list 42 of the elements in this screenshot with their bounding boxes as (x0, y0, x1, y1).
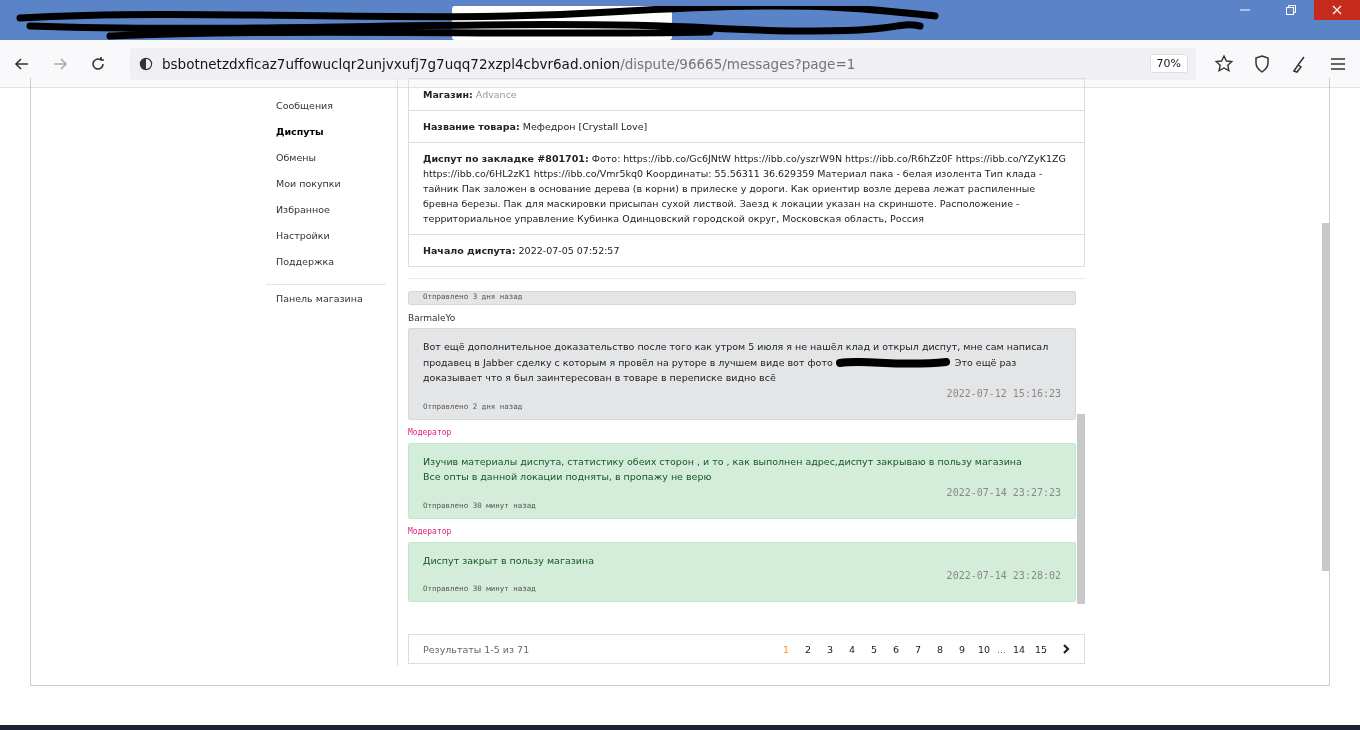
sidebar-item[interactable]: Сообщения (266, 100, 386, 126)
page-ellipsis: ... (995, 643, 1007, 655)
sidebar-item[interactable]: Мои покупки (266, 178, 386, 204)
page-link[interactable]: 5 (862, 643, 885, 655)
info-row: Начало диспута: 2022-07-05 07:52:57 (409, 234, 1084, 266)
info-row: Название товара: Мефедрон [Crystall Love] (409, 110, 1084, 142)
sidebar-item[interactable]: Избранное (266, 204, 386, 230)
next-page-icon[interactable] (1060, 643, 1072, 655)
message-timestamp: 2022-07-14 23:28:02 (946, 570, 1061, 581)
info-row: Диспут по закладке #801701: Фото: https://ibb.co/Gc6JNtW https://ibb.co/yszrW9N https://ibb.co/R6hZz0F https://ibb.co/YZyK1ZG https://ibb.co/6HL2zK1 https://ibb.co/Vmr5kq0 Координаты: 55.56311 36.629359 Материал пака - белая изолента Тип клада - тайник Пак заложен в основание дерева (в корни) в прилеске у дороги. Как ориентир возле дерева лежат распиленные бревна березы. Пак для маскировки присыпан сухой листвой. Заезд к локации указан на скриншоте. Расположение - территориальное управление Кубинка Одинцовский городской округ, Московская область, Россия (409, 142, 1084, 234)
message-timestamp: 2022-07-14 23:27:23 (946, 486, 1061, 498)
sidebar-item[interactable]: Поддержка (266, 256, 386, 282)
scrollbar[interactable] (1322, 223, 1330, 571)
scrollbar[interactable] (1077, 414, 1085, 604)
sidebar-item[interactable]: Диспуты (266, 126, 386, 152)
shield-icon[interactable] (1252, 53, 1272, 74)
message-author: BarmaleYo (408, 313, 457, 325)
page-link[interactable]: 7 (906, 643, 929, 655)
page-link[interactable]: 9 (950, 643, 973, 655)
message-timestamp: 2022-07-12 15:16:23 (946, 387, 1061, 399)
sidebar-item[interactable]: Настройки (266, 230, 386, 256)
results-summary: Результаты 1-5 из 71 (423, 643, 531, 655)
page-link[interactable]: 4 (840, 643, 863, 655)
info-row: Магазин: Advance (409, 78, 1084, 110)
message-author: Модератор (408, 427, 453, 439)
page-link[interactable]: 6 (884, 643, 907, 655)
star-icon[interactable] (1214, 53, 1234, 74)
onion-icon (138, 55, 154, 72)
page-link[interactable]: 14 (1008, 643, 1030, 655)
message-text: Диспут закрыт в пользу магазина (423, 553, 595, 568)
message-text: Изучив материалы диспута, статистику обеих сторон , и то , как выполнен адрес,диспут закрываю в пользу магазина Все опты в данной локации подняты, в пропажу не верю (423, 454, 1023, 484)
message-text: Вот ещё дополнительное доказательство после того как утром 5 июля я не нашёл клад и открыл диспут, мне сам написал продавец в Jabber сделку с которым я провёл на руторе в лучшем виде вот фото Это ещё раз доказывает что я был заинтересован в товаре в переписке видно всё (423, 340, 1050, 385)
sidebar-item[interactable]: Обмены (266, 152, 386, 178)
page-link[interactable]: 15 (1030, 643, 1052, 655)
zoom-level[interactable]: 70% (1149, 54, 1188, 73)
sidebar-item[interactable]: Панель магазина (266, 293, 386, 319)
page-link[interactable]: 10 (972, 643, 995, 655)
page-link[interactable]: 8 (928, 643, 951, 655)
message-author: Модератор (408, 526, 453, 538)
page-link[interactable]: 3 (818, 643, 841, 655)
page-link[interactable]: 2 (796, 643, 819, 655)
address-field[interactable]: bsbotnetzdxficaz7uffowuclqr2unjvxufj7g7uqq72xzpl4cbvr6ad.onion/dispute/96665/messages?page=1 70% (130, 47, 1196, 80)
